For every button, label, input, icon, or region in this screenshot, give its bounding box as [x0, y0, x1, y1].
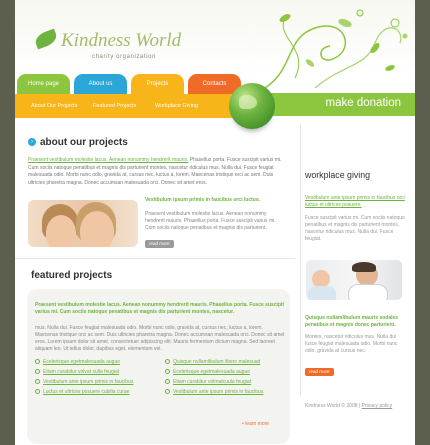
globe-icon [229, 83, 275, 129]
donation-ribbon: make donation [255, 93, 415, 116]
copyright-text: Kindness World © 2008 | [305, 403, 361, 409]
circle-bullet-icon [165, 389, 170, 395]
workplace-link[interactable]: Vestibulum ante ipsum primis in faucibus… [305, 195, 405, 209]
tab-about-us[interactable]: About us [74, 74, 127, 94]
featured-list-item[interactable]: Vestibulum ante ipsum primis in faucibus [35, 379, 133, 385]
children-photo [28, 200, 138, 247]
projects-photo-caption: Vestibulum ipsum primis in faucibus orci… [145, 197, 261, 203]
featured-box: Praesent vestibulum molestie lacus. Aene… [27, 289, 290, 444]
floral-swirl-decoration [264, 9, 408, 89]
workplace-text-2: Montes, nascetur ridiculus mus. Nulla du… [305, 334, 398, 354]
make-donation-link[interactable]: make donation [326, 97, 401, 109]
circle-bullet-icon [35, 389, 40, 395]
arrow-bullet-icon: › [28, 138, 36, 146]
circle-bullet-icon [35, 359, 40, 365]
circle-bullet-icon [165, 359, 170, 365]
featured-heading: featured projects [31, 270, 113, 281]
circle-bullet-icon [35, 369, 40, 375]
tab-projects[interactable]: Projects [131, 74, 184, 94]
workplace-text: Fusce suscipit varius mi. Cum sociis nat… [305, 215, 405, 242]
tab-home-page[interactable]: Home page [17, 74, 70, 94]
sidebar: workplace giving Vestibulum ante ipsum p… [305, 125, 415, 445]
brand-name: Kindness World [61, 30, 182, 51]
subnav-about-our-projects[interactable]: About Our Projects [31, 94, 77, 118]
featured-text: mus. Nulla dui. Fusce feugiat malesuada … [35, 325, 285, 352]
section-divider [15, 258, 295, 259]
about-lead: Praesent vestibulum molestie lacus. Aene… [28, 157, 290, 187]
featured-list-item[interactable]: Vestibulum ante ipsum primis in faucibus [165, 389, 263, 395]
privacy-policy-link[interactable]: Privacy policy [362, 403, 393, 409]
workplace-read-more-button[interactable]: read more [305, 368, 334, 376]
about-heading: about our projects [40, 137, 128, 148]
column-divider [300, 125, 301, 395]
doctor-child-photo [306, 260, 402, 300]
footer: Kindness World © 2008 | Privacy policy [305, 403, 392, 409]
header: Kindness World charity organization Home… [15, 0, 415, 129]
featured-list-item[interactable]: Luctus et ultrices posuere cubilia curae [35, 389, 129, 395]
workplace-heading: workplace giving [305, 170, 371, 180]
featured-lead: Praesent vestibulum molestie lacus. Aene… [35, 302, 285, 315]
subnav-featured-projects[interactable]: Featured Projects [93, 94, 136, 118]
subnav-workplace-giving[interactable]: Workplace Giving [155, 94, 198, 118]
featured-list-item[interactable]: Ecelerisque egetmalesuada augue [35, 359, 120, 365]
featured-list-item[interactable]: Ecelerisque egetmalesuada augue [165, 369, 250, 375]
leaf-icon [33, 28, 59, 50]
main-content: about our projects › Praesent vestibulum… [15, 125, 295, 445]
circle-bullet-icon [165, 379, 170, 385]
workplace-caption: Quisque nullamlibulum mauris sodales pen… [305, 315, 399, 328]
featured-list-item[interactable]: Quisque nullamlibulum libero malesuad [165, 359, 260, 365]
learn-more-link[interactable]: • learn more [242, 421, 269, 427]
about-lead-link[interactable]: Praesent vestibulum molestie lacus. Aene… [28, 157, 188, 163]
projects-photo-text: Praesent vestibulum molestie lacus. Aene… [145, 211, 276, 231]
page: Kindness World charity organization Home… [15, 0, 415, 445]
about-read-more-button[interactable]: read more [145, 240, 174, 248]
projects-subnav: About Our Projects Featured Projects Wor… [15, 94, 255, 118]
brand-tagline: charity organization [92, 54, 157, 60]
featured-list-item[interactable]: Etiam curabitur volmatcuula feugiat [165, 379, 251, 385]
circle-bullet-icon [35, 379, 40, 385]
circle-bullet-icon [165, 369, 170, 375]
featured-list-item[interactable]: Etiam curabitur volvat sulla feugiat [35, 369, 119, 375]
